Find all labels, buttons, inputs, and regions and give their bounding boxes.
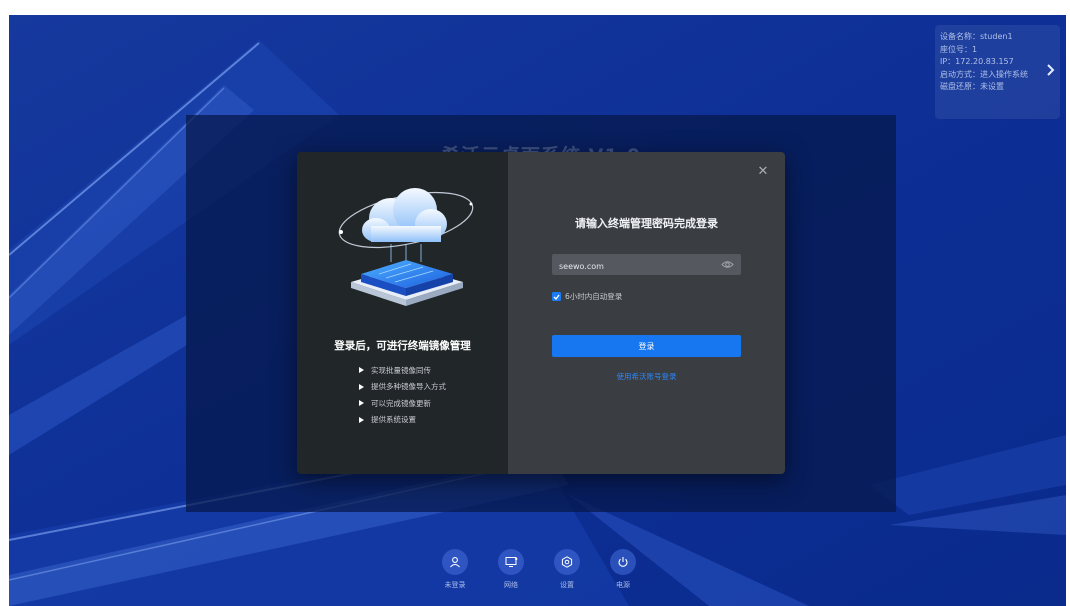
- power-icon[interactable]: [610, 549, 636, 575]
- bullet-icon: [359, 383, 364, 390]
- dock-item-network[interactable]: 网络: [496, 549, 526, 590]
- boot-mode: 启动方式：进入操作系统: [940, 69, 1028, 79]
- list-item: 可以完成镜像更新: [359, 395, 446, 412]
- desktop-screen: 设备名称：studen1 座位号：1 IP：172.20.83.157 启动方式…: [9, 15, 1066, 606]
- bullet-icon: [359, 400, 364, 407]
- list-item: 实现批量镜像同传: [359, 362, 446, 379]
- dialog-info-pane: 登录后，可进行终端镜像管理 实现批量镜像同传 提供多种镜像导入方式 可以完成镜像…: [297, 152, 508, 474]
- password-input[interactable]: [552, 256, 741, 277]
- list-item: 提供多种镜像导入方式: [359, 379, 446, 396]
- network-icon[interactable]: [498, 549, 524, 575]
- seat-number: 座位号：1: [940, 44, 978, 54]
- user-icon[interactable]: [442, 549, 468, 575]
- feature-list: 实现批量镜像同传 提供多种镜像导入方式 可以完成镜像更新 提供系统设置: [359, 362, 446, 428]
- bullet-icon: [359, 367, 364, 374]
- dock-item-power[interactable]: 电源: [608, 549, 638, 590]
- settings-icon[interactable]: [554, 549, 580, 575]
- dock-label: 设置: [560, 581, 574, 589]
- chevron-right-icon[interactable]: [1046, 63, 1056, 77]
- feature-text: 实现批量镜像同传: [371, 365, 431, 375]
- ip-address: IP：172.20.83.157: [940, 57, 1014, 66]
- login-button[interactable]: 登录: [552, 335, 741, 357]
- dock-label: 电源: [616, 581, 630, 589]
- feature-text: 可以完成镜像更新: [371, 398, 431, 408]
- dock-item-settings[interactable]: 设置: [552, 549, 582, 590]
- feature-text: 提供系统设置: [371, 415, 416, 425]
- close-icon[interactable]: ✕: [757, 165, 769, 178]
- bullet-icon: [359, 416, 364, 423]
- disk-restore: 磁盘还原：未设置: [940, 82, 1004, 91]
- password-field: [552, 254, 741, 277]
- login-prompt: 请输入终端管理密码完成登录: [575, 217, 718, 230]
- dock-item-login[interactable]: 未登录: [440, 549, 470, 590]
- eye-icon[interactable]: [721, 259, 734, 270]
- list-item: 提供系统设置: [359, 412, 446, 429]
- bottom-dock: 未登录 网络 设置 电源: [440, 549, 640, 606]
- cloud-server-illustration: [338, 188, 474, 306]
- feature-title: 登录后，可进行终端镜像管理: [334, 340, 471, 352]
- dialog-login-pane: ✕ 请输入终端管理密码完成登录 6小时内自动登录 登录 使用希沃账号登录: [508, 152, 785, 474]
- device-info-panel: 设备名称：studen1 座位号：1 IP：172.20.83.157 启动方式…: [935, 25, 1060, 119]
- seewo-account-login-link[interactable]: 使用希沃账号登录: [508, 371, 785, 382]
- auto-login-checkbox[interactable]: 6小时内自动登录: [552, 291, 622, 302]
- auto-login-label: 6小时内自动登录: [565, 292, 623, 301]
- feature-text: 提供多种镜像导入方式: [371, 382, 446, 392]
- checkbox-checked-icon[interactable]: [552, 292, 561, 301]
- device-name: 设备名称：studen1: [940, 32, 1013, 41]
- dock-label: 网络: [504, 581, 518, 589]
- login-dialog: 登录后，可进行终端镜像管理 实现批量镜像同传 提供多种镜像导入方式 可以完成镜像…: [297, 152, 785, 474]
- dock-label: 未登录: [444, 581, 466, 589]
